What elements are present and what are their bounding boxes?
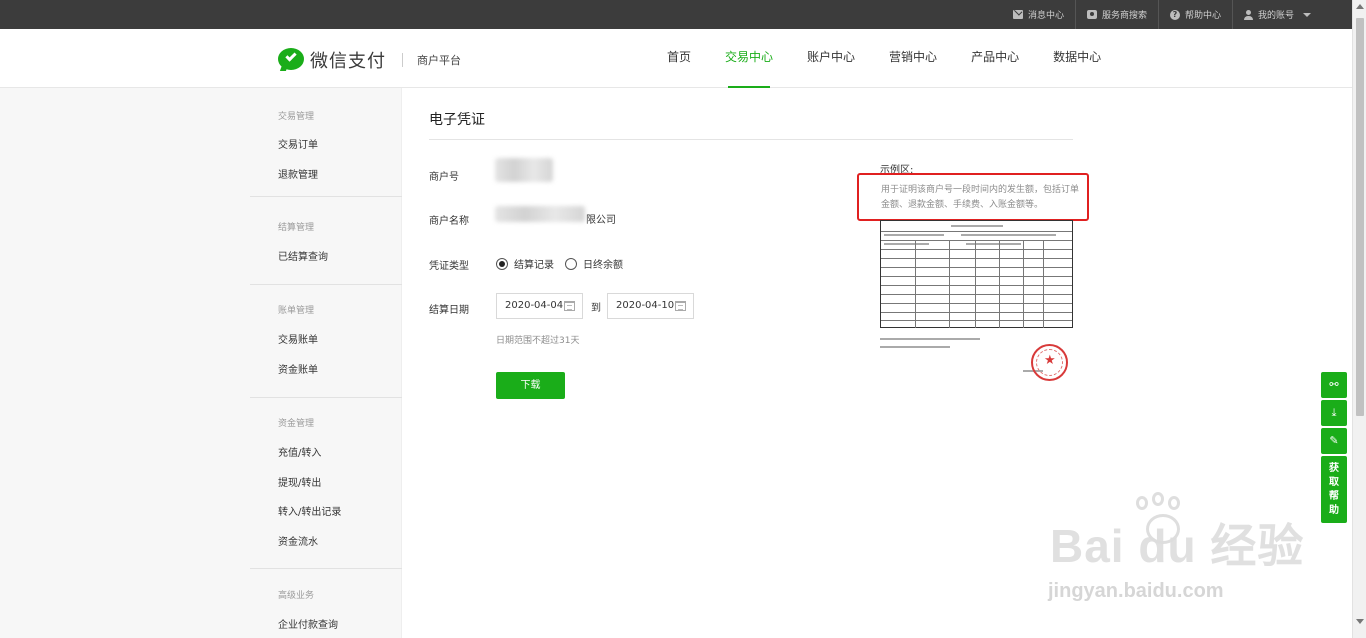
- nav-marketing-center[interactable]: 营销中心: [872, 29, 954, 88]
- scrollbar-thumb[interactable]: [1356, 18, 1364, 416]
- help-center-link[interactable]: ? 帮助中心: [1157, 0, 1232, 29]
- main-nav: 首页 交易中心 账户中心 营销中心 产品中心 数据中心: [650, 29, 1118, 88]
- watermark-url: jingyan.baidu.com: [1048, 580, 1224, 602]
- download-button[interactable]: 下载: [496, 372, 565, 399]
- link-icon[interactable]: ⚯: [1321, 372, 1347, 398]
- wechat-pay-logo-icon: [278, 48, 304, 72]
- top-utility-bar: 消息中心 服务商搜索 ? 帮助中心 我的账号: [0, 0, 1352, 29]
- sidebar-item-fund-flow[interactable]: 资金流水: [250, 537, 318, 549]
- provider-search-link[interactable]: 服务商搜索: [1074, 0, 1158, 29]
- brand-name: 微信支付: [310, 51, 386, 72]
- company-seal-icon: ★: [1031, 344, 1068, 381]
- page-title: 电子凭证: [429, 112, 485, 128]
- sidebar-item-recharge[interactable]: 充值/转入: [250, 448, 321, 460]
- merchant-name-suffix: 限公司: [586, 215, 616, 226]
- watermark-brand: Bai du 经验: [1050, 520, 1305, 572]
- get-help-button[interactable]: 获 取 帮 助: [1321, 456, 1347, 523]
- page-scrollbar[interactable]: [1352, 0, 1366, 638]
- sidebar-item-refunds[interactable]: 退款管理: [250, 170, 318, 182]
- nav-trade-center[interactable]: 交易中心: [708, 29, 790, 88]
- sidebar-item-withdraw[interactable]: 提现/转出: [250, 478, 321, 490]
- sidebar-item-transfer-records[interactable]: 转入/转出记录: [250, 507, 341, 519]
- help-icon: ?: [1169, 9, 1180, 20]
- nav-product-center[interactable]: 产品中心: [954, 29, 1036, 88]
- end-date-input[interactable]: 2020-04-10: [607, 293, 694, 319]
- sidebar-item-trade-bill[interactable]: 交易账单: [250, 335, 318, 347]
- sidebar-group-title: 高级业务: [278, 591, 315, 601]
- merchant-name-label: 商户名称: [429, 216, 469, 227]
- sidebar-group-funds: 资金管理 充值/转入 提现/转出 转入/转出记录 资金流水: [250, 398, 402, 569]
- nav-account-center[interactable]: 账户中心: [790, 29, 872, 88]
- sidebar-group-trade: 交易管理 交易订单 退款管理: [250, 88, 402, 197]
- merchant-no-label: 商户号: [429, 172, 459, 183]
- date-range-separator: 到: [591, 303, 601, 314]
- sidebar-item-fund-bill[interactable]: 资金账单: [250, 365, 318, 377]
- nav-home[interactable]: 首页: [650, 29, 708, 88]
- sidebar: 交易管理 交易订单 退款管理 结算管理 已结算查询 账单管理 交易账单 资金账单…: [0, 88, 402, 638]
- user-icon: [1243, 9, 1253, 20]
- sidebar-group-settlement: 结算管理 已结算查询: [250, 198, 402, 285]
- sidebar-group-title: 账单管理: [278, 306, 315, 316]
- calendar-icon[interactable]: [675, 301, 686, 311]
- sidebar-item-trade-orders[interactable]: 交易订单: [250, 140, 318, 152]
- merchant-no-value-redacted: [495, 158, 553, 182]
- main-header: 微信支付 商户平台 首页 交易中心 账户中心 营销中心 产品中心 数据中心: [0, 29, 1352, 88]
- radio-settlement-records[interactable]: 结算记录: [496, 256, 554, 271]
- floating-toolbar: ⚯ ⤓ ✎ 获 取 帮 助: [1321, 372, 1347, 523]
- my-account-menu[interactable]: 我的账号: [1231, 0, 1322, 29]
- nav-data-center[interactable]: 数据中心: [1036, 29, 1118, 88]
- divider: [429, 139, 1073, 140]
- voucher-type-label: 凭证类型: [429, 261, 469, 272]
- scroll-down-arrow-icon[interactable]: [1356, 619, 1364, 624]
- camera-icon: [1086, 10, 1097, 19]
- radio-unchecked-icon: [565, 257, 577, 270]
- message-center-link[interactable]: 消息中心: [1002, 0, 1075, 29]
- brand-logo[interactable]: 微信支付 商户平台: [278, 47, 461, 73]
- divider: [402, 53, 403, 67]
- sidebar-item-settled-query[interactable]: 已结算查询: [250, 252, 328, 264]
- radio-daily-balance[interactable]: 日终余额: [565, 256, 623, 271]
- sidebar-group-title: 资金管理: [278, 419, 315, 429]
- merchant-name-redacted: [495, 206, 585, 222]
- sample-voucher-image: ★: [880, 220, 1073, 388]
- scroll-up-arrow-icon[interactable]: [1356, 4, 1364, 9]
- calendar-icon[interactable]: [564, 301, 575, 311]
- sidebar-group-title: 结算管理: [278, 223, 315, 233]
- example-highlight-box: 用于证明该商户号一段时间内的发生额，包括订单金额、退款金额、手续费、入账金额等。: [857, 173, 1089, 221]
- download-icon[interactable]: ⤓: [1321, 400, 1347, 426]
- start-date-input[interactable]: 2020-04-04: [496, 293, 583, 319]
- edit-icon[interactable]: ✎: [1321, 428, 1347, 454]
- example-description: 用于证明该商户号一段时间内的发生额，包括订单金额、退款金额、手续费、入账金额等。: [881, 185, 1080, 210]
- settle-date-label: 结算日期: [429, 305, 469, 316]
- sample-voucher-table: [880, 220, 1073, 328]
- radio-checked-icon: [496, 257, 508, 270]
- platform-name: 商户平台: [417, 54, 461, 67]
- sidebar-group-bills: 账单管理 交易账单 资金账单: [250, 285, 402, 398]
- chevron-down-icon: [1303, 12, 1311, 17]
- sidebar-group-advanced: 高级业务 企业付款查询: [250, 569, 402, 638]
- sidebar-item-enterprise-payment[interactable]: 企业付款查询: [250, 620, 338, 632]
- date-range-hint: 日期范围不超过31天: [496, 336, 580, 346]
- mail-icon: [1012, 10, 1023, 19]
- sidebar-group-title: 交易管理: [278, 112, 315, 122]
